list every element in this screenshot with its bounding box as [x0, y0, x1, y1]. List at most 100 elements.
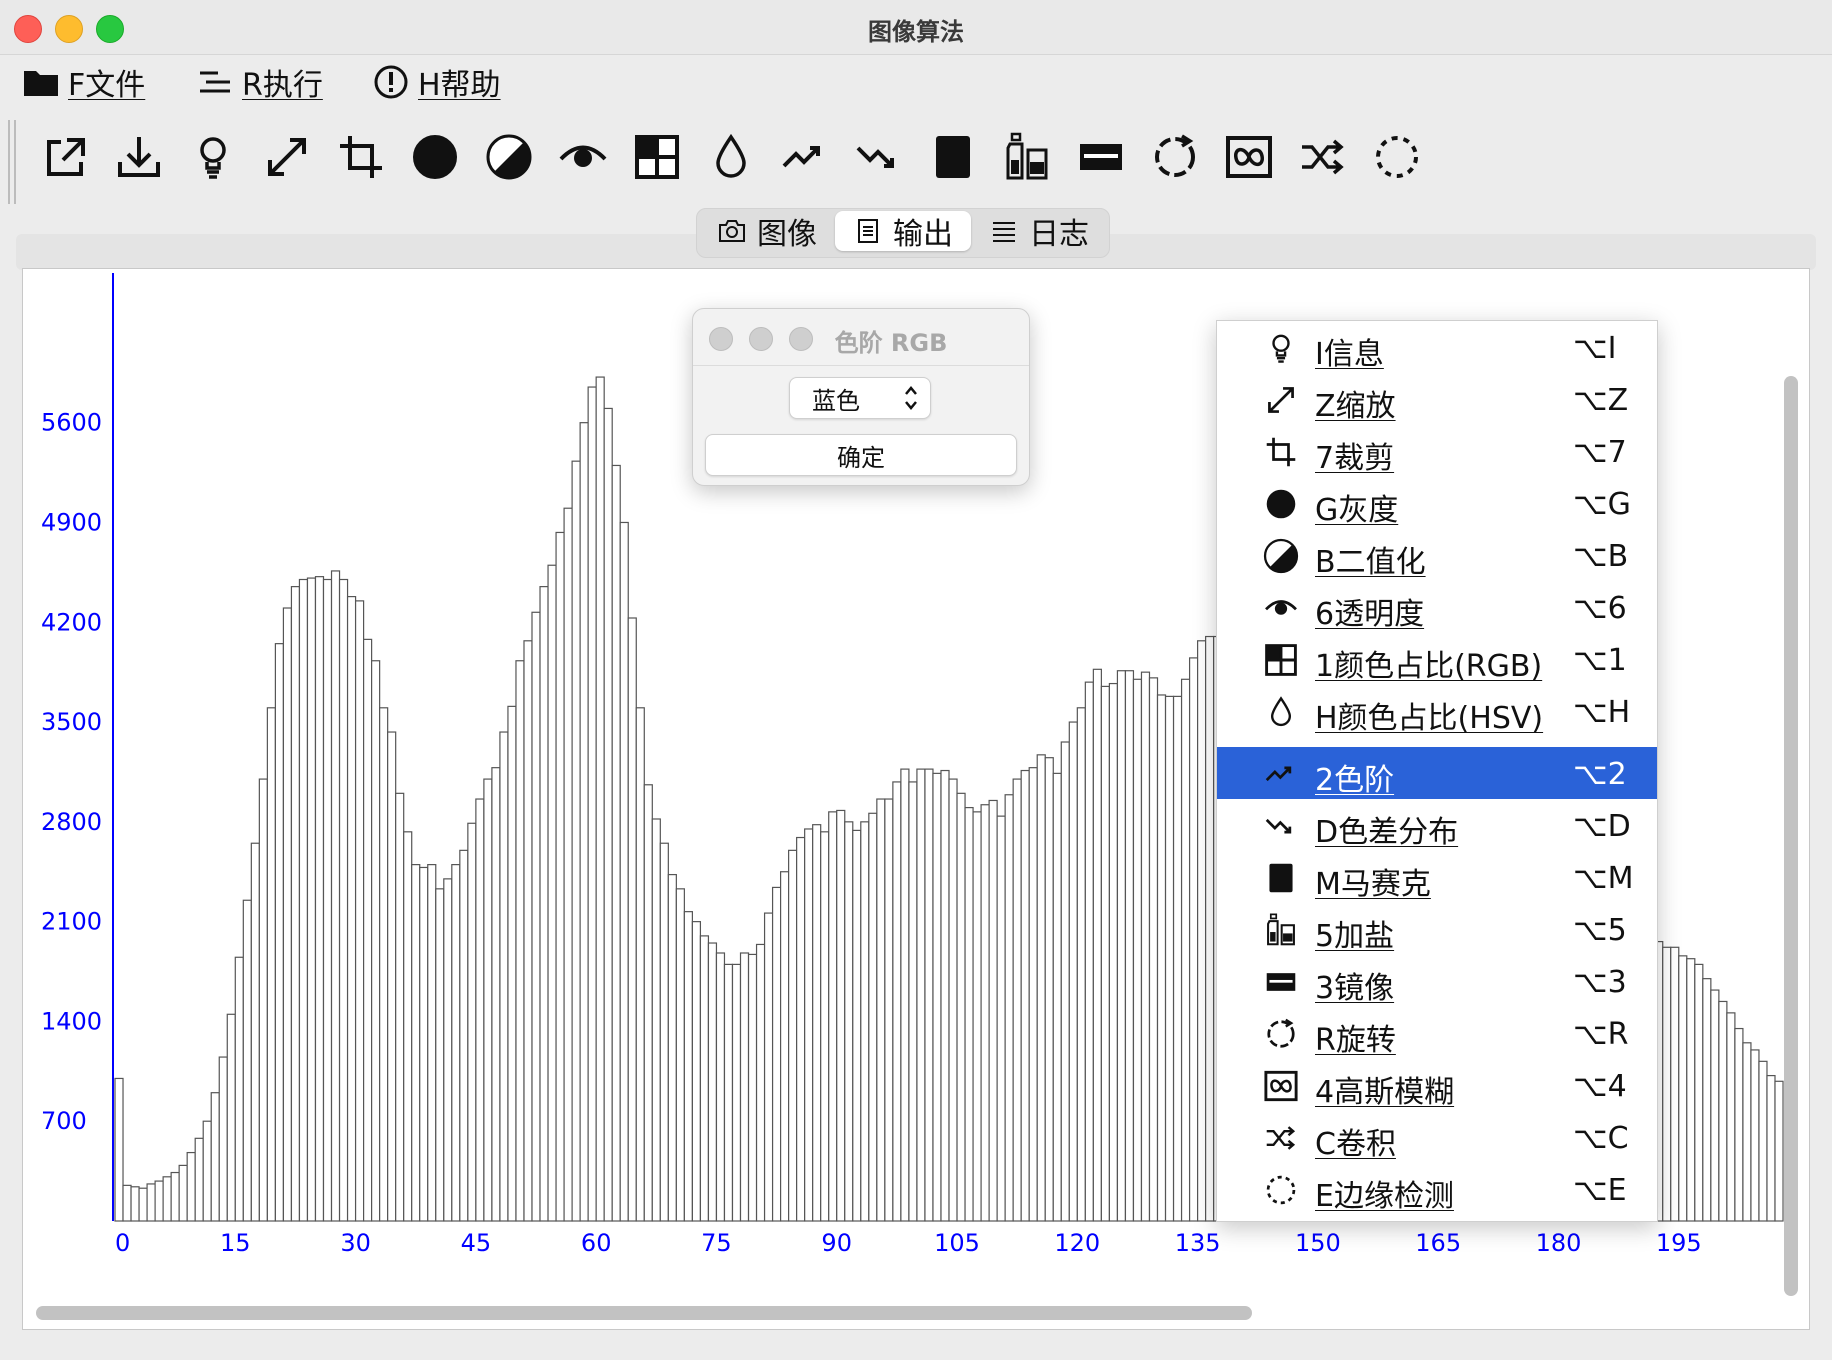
mosaic-button[interactable] [924, 128, 982, 186]
salt-icon [1006, 132, 1048, 180]
popup-item-convolution[interactable]: C卷积 ⌥C [1217, 1111, 1657, 1163]
gaussian-blur-button[interactable] [1220, 128, 1278, 186]
histogram-bar [338, 578, 349, 1222]
histogram-bar [1068, 721, 1078, 1222]
histogram-bar [691, 921, 702, 1222]
histogram-bar [330, 570, 341, 1222]
menu-help[interactable]: H帮助 [372, 62, 501, 103]
popup-item-binarize[interactable]: B二值化 ⌥B [1217, 529, 1657, 581]
histogram-bar [1092, 668, 1102, 1222]
menu-run[interactable]: R执行 [196, 62, 323, 103]
popup-item-color-ratio-hsv[interactable]: H颜色占比(HSV) ⌥H [1217, 685, 1657, 737]
histogram-bar [980, 804, 990, 1222]
histogram-bar [403, 831, 413, 1222]
histogram-bar [1774, 1080, 1784, 1222]
salt-button[interactable] [998, 128, 1056, 186]
histogram-bar [1686, 958, 1696, 1222]
color-ratio-rgb-button[interactable] [628, 128, 686, 186]
histogram-bar [114, 1077, 124, 1222]
levels-button[interactable] [776, 128, 834, 186]
histogram-bar [282, 607, 293, 1222]
histogram-bar [884, 798, 894, 1222]
channel-select[interactable]: 蓝色 [789, 377, 931, 419]
histogram-bar [483, 778, 493, 1222]
histogram-bar [1670, 946, 1680, 1222]
popup-item-levels[interactable]: 2色阶 ⌥2 [1217, 747, 1657, 799]
popup-item-color-diff[interactable]: D色差分布 ⌥D [1217, 799, 1657, 851]
histogram-bar [1197, 640, 1207, 1222]
histogram-bar [258, 778, 268, 1222]
histogram-bar [804, 828, 814, 1222]
grayscale-button[interactable] [406, 128, 464, 186]
horizontal-scrollbar[interactable] [36, 1306, 1252, 1320]
color-diff-icon [1262, 807, 1300, 845]
x-tick-label: 0 [115, 1229, 130, 1257]
histogram-bar [523, 640, 533, 1222]
tab-log[interactable]: 日志 [971, 211, 1107, 252]
histogram-bar [1036, 754, 1046, 1222]
histogram-bar [1020, 769, 1030, 1222]
histogram-bar [595, 376, 605, 1222]
crop-button[interactable] [332, 128, 390, 186]
zoom-button[interactable] [258, 128, 316, 186]
histogram-bar [1076, 707, 1086, 1222]
vertical-scrollbar[interactable] [1784, 376, 1798, 1296]
x-tick-label: 90 [821, 1229, 852, 1257]
popup-item-zoom[interactable]: Z缩放 ⌥Z [1217, 373, 1657, 425]
histogram-bar [611, 464, 621, 1222]
rotate-button[interactable] [1146, 128, 1204, 186]
download-button[interactable] [110, 128, 168, 186]
crop-icon [340, 136, 382, 178]
lines-icon [989, 216, 1019, 246]
export-button[interactable] [37, 128, 95, 186]
app-window: 图像算法 F文件 R执行 H帮助 700 1400 2100 2800 3500… [0, 0, 1832, 1360]
popup-item-grayscale[interactable]: G灰度 ⌥G [1217, 477, 1657, 529]
histogram-bar [940, 769, 950, 1222]
popup-item-gaussian-blur[interactable]: 4高斯模糊 ⌥4 [1217, 1059, 1657, 1111]
histogram-bar [1044, 757, 1054, 1222]
binarize-button[interactable] [480, 128, 538, 186]
bulb-icon [1262, 329, 1300, 367]
grid-icon [635, 135, 679, 179]
tab-output[interactable]: 输出 [835, 211, 971, 252]
toolbar [0, 110, 1832, 204]
histogram-bar [1012, 778, 1022, 1222]
histogram-bar [475, 798, 485, 1222]
popup-item-edge-detect[interactable]: E边缘检测 ⌥E [1217, 1163, 1657, 1215]
histogram-bar [563, 507, 573, 1222]
shuffle-icon [1262, 1119, 1300, 1157]
info-button[interactable] [184, 128, 242, 186]
color-ratio-hsv-button[interactable] [702, 128, 760, 186]
transparency-button[interactable] [554, 128, 612, 186]
dialog-title-bar: 色阶 RGB [693, 309, 1029, 366]
color-diff-button[interactable] [850, 128, 908, 186]
popup-item-rotate[interactable]: R旋转 ⌥R [1217, 1007, 1657, 1059]
histogram-bar [162, 1176, 172, 1222]
histogram-bar [274, 643, 285, 1222]
popup-item-salt[interactable]: 5加盐 ⌥5 [1217, 903, 1657, 955]
popup-item-crop[interactable]: 7裁剪 ⌥7 [1217, 425, 1657, 477]
edge-detect-button[interactable] [1368, 128, 1426, 186]
histogram-bar [371, 660, 381, 1222]
histogram-bar [788, 849, 798, 1222]
popup-item-transparency[interactable]: 6透明度 ⌥6 [1217, 581, 1657, 633]
histogram-bar [419, 866, 429, 1222]
toolbar-grip[interactable] [8, 120, 16, 204]
popup-item-color-ratio-rgb[interactable]: 1颜色占比(RGB) ⌥1 [1217, 633, 1657, 685]
popup-item-mirror[interactable]: 3镜像 ⌥3 [1217, 955, 1657, 1007]
mirror-button[interactable] [1072, 128, 1130, 186]
x-tick-label: 150 [1295, 1229, 1341, 1257]
histogram-bar [306, 577, 317, 1222]
tab-image[interactable]: 图像 [699, 211, 835, 252]
menu-file[interactable]: F文件 [22, 62, 145, 103]
salt-icon [1262, 911, 1300, 949]
gaussian-icon [1262, 1067, 1300, 1105]
mirror-icon [1262, 963, 1300, 1001]
folder-icon [22, 63, 60, 101]
histogram-bar [1750, 1049, 1760, 1222]
popup-item-info[interactable]: I信息 ⌥I [1217, 321, 1657, 373]
convolution-button[interactable] [1294, 128, 1352, 186]
popup-item-mosaic[interactable]: M马赛克 ⌥M [1217, 851, 1657, 903]
confirm-button[interactable]: 确定 [705, 434, 1017, 476]
histogram-bar [852, 829, 862, 1222]
